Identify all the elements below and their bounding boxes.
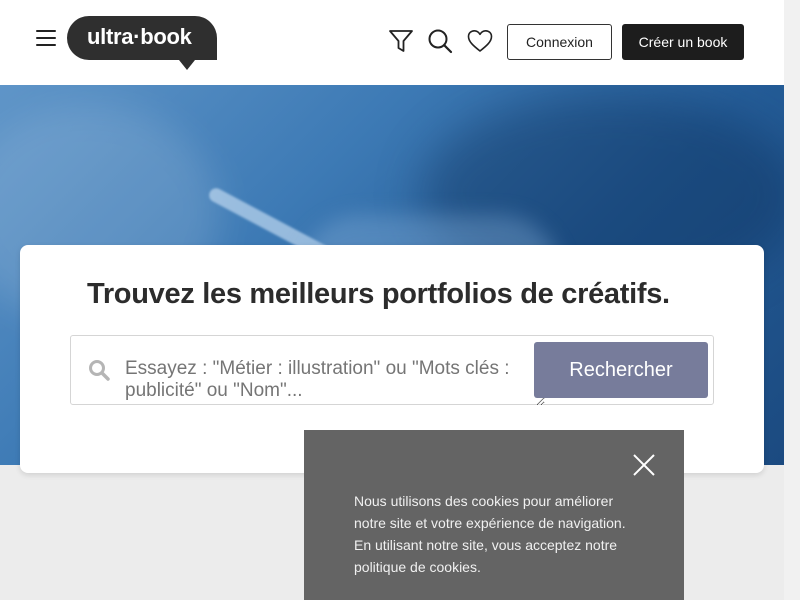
site-header: ultra·book Connexion Créer un book: [0, 0, 784, 85]
logo-tail: [179, 60, 195, 70]
cookie-text: Nous utilisons des cookies pour améliore…: [354, 493, 626, 575]
logo-text: ultra·book: [87, 24, 192, 49]
search-icon[interactable]: [426, 27, 454, 55]
login-button[interactable]: Connexion: [507, 24, 612, 60]
filter-icon[interactable]: [387, 27, 415, 55]
close-icon[interactable]: [631, 452, 657, 478]
search-box: Rechercher: [70, 335, 714, 406]
page-scrollbar[interactable]: [784, 0, 800, 600]
heart-icon[interactable]: [466, 27, 494, 55]
menu-icon[interactable]: [36, 30, 56, 48]
logo[interactable]: ultra·book: [67, 16, 217, 70]
create-book-button[interactable]: Créer un book: [622, 24, 744, 60]
search-title: Trouvez les meilleurs portfolios de créa…: [87, 278, 670, 310]
search-input[interactable]: [125, 358, 545, 406]
cookie-banner: Nous utilisons des cookies pour améliore…: [304, 430, 684, 600]
search-button[interactable]: Rechercher: [534, 342, 708, 398]
search-field-icon: [87, 358, 111, 382]
